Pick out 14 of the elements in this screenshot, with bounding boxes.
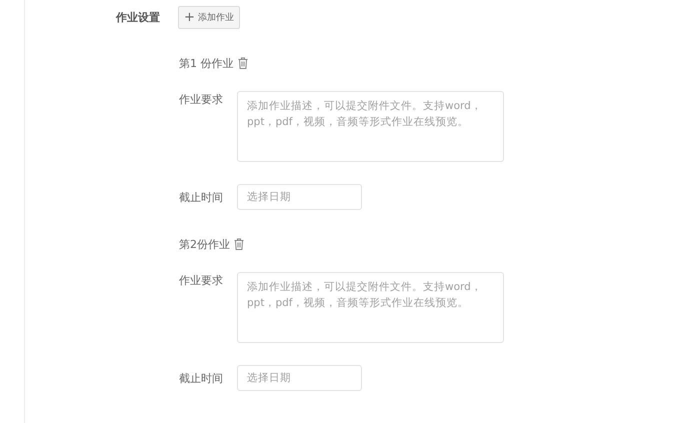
field-label: 作业要求	[179, 92, 224, 107]
field-label: 作业要求	[179, 273, 224, 288]
assignment-title: 第1 份作业	[179, 56, 234, 70]
add-assignment-button[interactable]: + 添加作业	[178, 6, 240, 29]
section-label: 作业设置	[114, 10, 160, 25]
field-label: 截止时间	[179, 371, 224, 386]
trash-icon[interactable]	[238, 57, 248, 69]
requirement-field[interactable]: 添加作业描述，可以提交附件文件。支持word，ppt，pdf，视频，音频等形式作业在线预览。	[237, 91, 504, 162]
date-field[interactable]: 选择日期	[237, 365, 362, 391]
field-label: 截止时间	[179, 190, 224, 205]
requirement-field[interactable]: 添加作业描述，可以提交附件文件。支持word，ppt，pdf，视频，音频等形式作业在线预览。	[237, 272, 504, 343]
date-field[interactable]: 选择日期	[237, 184, 362, 210]
trash-icon[interactable]	[234, 238, 244, 250]
assignment-title: 第2份作业	[179, 236, 230, 252]
